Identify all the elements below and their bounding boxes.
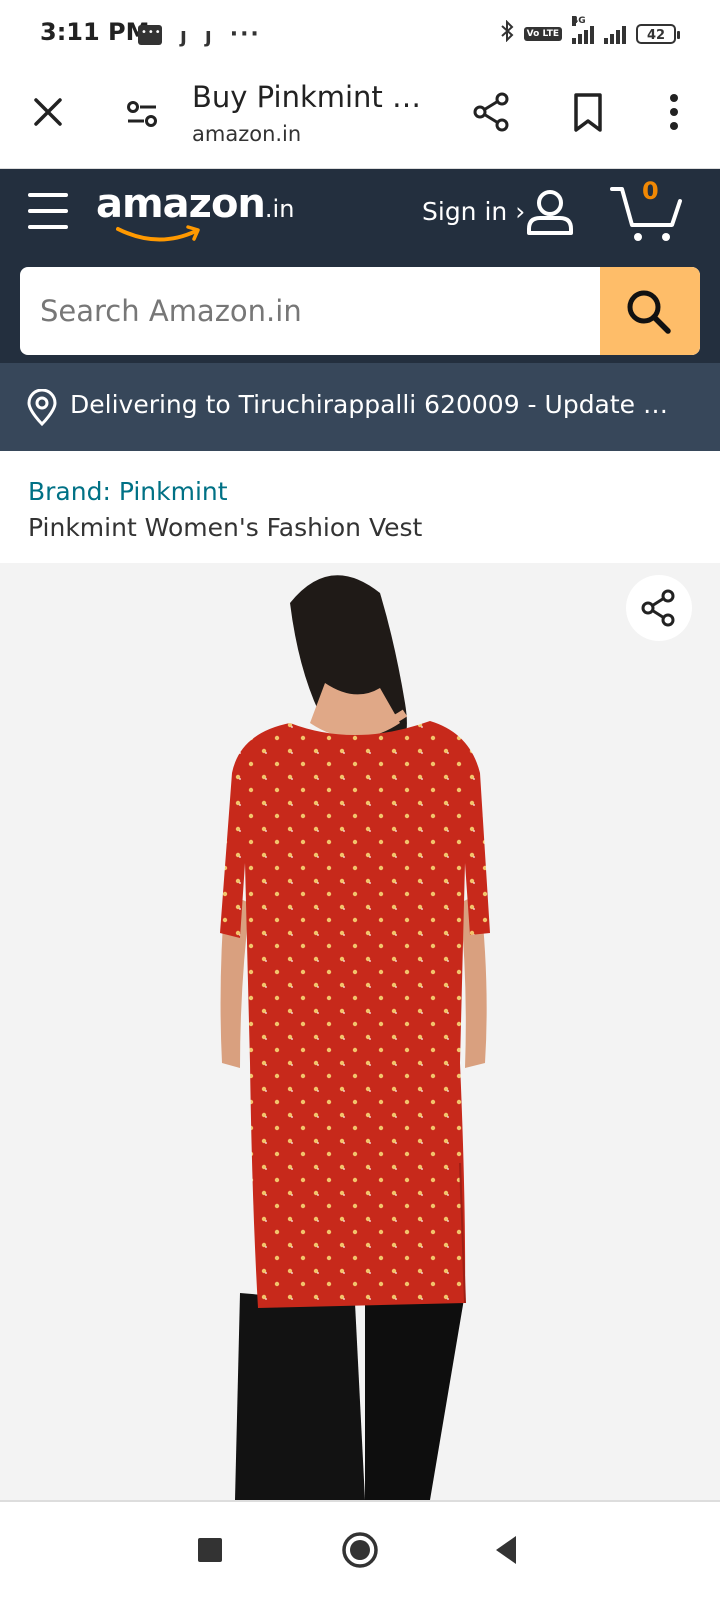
jio-icon: ȷ xyxy=(180,22,187,47)
battery-icon: 42 xyxy=(636,23,680,44)
product-image xyxy=(220,575,490,1500)
site-settings-icon[interactable] xyxy=(122,94,162,134)
message-icon xyxy=(138,24,162,45)
status-bar: 3:11 PM ȷ ȷ ··· Vo LTE 4G 42 xyxy=(0,0,720,68)
logo-text: amazon xyxy=(96,181,266,227)
system-icons: Vo LTE 4G 42 xyxy=(500,15,680,47)
overflow-menu-icon[interactable] xyxy=(654,90,694,134)
brand-link[interactable]: Brand: Pinkmint xyxy=(28,477,228,506)
close-icon[interactable] xyxy=(28,92,68,132)
delivery-location-bar[interactable]: Delivering to Tiruchirappalli 620009 - U… xyxy=(0,363,720,451)
product-image-carousel[interactable] xyxy=(0,563,720,1500)
jio-icon: ȷ xyxy=(204,22,212,47)
hamburger-menu-icon[interactable] xyxy=(28,193,68,229)
amazon-logo[interactable]: amazon.in xyxy=(96,181,295,242)
search-bar xyxy=(20,267,700,355)
back-icon[interactable] xyxy=(494,1534,518,1566)
product-title: Pinkmint Women's Fashion Vest xyxy=(28,513,423,542)
recents-icon[interactable] xyxy=(198,1538,222,1562)
page-url: amazon.in xyxy=(192,122,302,146)
home-icon[interactable] xyxy=(340,1530,380,1570)
user-icon[interactable] xyxy=(524,187,576,239)
search-icon xyxy=(627,290,671,334)
bookmark-icon[interactable] xyxy=(566,90,610,134)
bluetooth-icon xyxy=(500,19,514,47)
system-navigation-bar xyxy=(0,1500,720,1602)
browser-toolbar: Buy Pinkmint W... amazon.in xyxy=(0,68,720,169)
page-title: Buy Pinkmint W... xyxy=(192,80,442,114)
status-time: 3:11 PM xyxy=(40,18,150,46)
notification-icons: ȷ ȷ ··· xyxy=(138,22,261,47)
more-dots-icon: ··· xyxy=(229,22,261,47)
search-button[interactable] xyxy=(600,267,700,355)
smile-icon xyxy=(116,225,200,242)
amazon-header: amazon.in Sign in › 0 xyxy=(0,169,720,363)
image-share-button[interactable] xyxy=(626,575,692,641)
location-pin-icon xyxy=(26,388,58,431)
volte-icon: Vo LTE xyxy=(523,26,562,41)
logo-tld: .in xyxy=(264,195,295,223)
signal-4g-icon: 4G xyxy=(572,15,594,44)
search-input[interactable] xyxy=(20,267,600,355)
signal-icon xyxy=(604,24,626,44)
product-header: Brand: Pinkmint Pinkmint Women's Fashion… xyxy=(0,451,720,563)
share-icon xyxy=(641,589,675,627)
sign-in-link[interactable]: Sign in › xyxy=(422,197,525,226)
cart-count: 0 xyxy=(642,177,659,205)
share-icon[interactable] xyxy=(470,90,514,134)
delivery-location-text: Delivering to Tiruchirappalli 620009 - U… xyxy=(70,390,670,419)
network-type: 4G xyxy=(572,15,586,26)
